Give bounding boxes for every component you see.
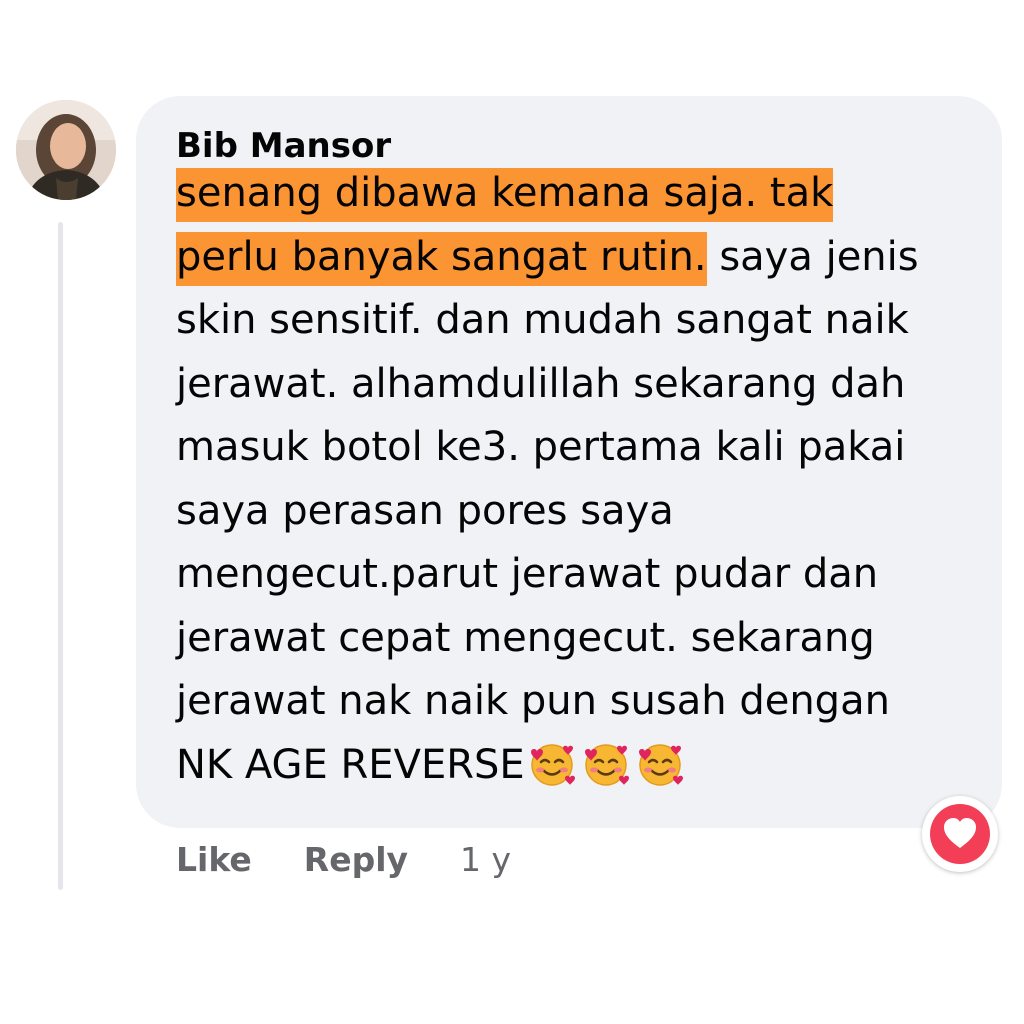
- smiling-face-with-hearts-icon: [530, 743, 575, 786]
- reply-button[interactable]: Reply: [304, 840, 408, 879]
- thread-line: [58, 222, 63, 890]
- avatar[interactable]: [16, 100, 116, 200]
- comment-text: senang dibawa kemana saja. tak perlu ban…: [176, 162, 946, 797]
- comment-actions: Like Reply 1 y: [176, 840, 511, 879]
- comment-screenshot: Bib Mansor senang dibawa kemana saja. ta…: [0, 0, 1024, 1024]
- emoji-group: [527, 738, 685, 788]
- smiling-face-with-hearts-icon: [584, 743, 629, 786]
- comment-body: saya jenis skin sensitif. dan mudah sang…: [176, 233, 919, 788]
- reaction-badge[interactable]: [922, 796, 998, 872]
- comment-bubble: Bib Mansor senang dibawa kemana saja. ta…: [136, 96, 1002, 828]
- smiling-face-with-hearts-icon: [638, 743, 683, 786]
- heart-icon: [930, 804, 990, 864]
- timestamp[interactable]: 1 y: [460, 840, 511, 879]
- author-name[interactable]: Bib Mansor: [176, 126, 391, 166]
- profile-photo: [16, 100, 116, 200]
- like-button[interactable]: Like: [176, 840, 252, 879]
